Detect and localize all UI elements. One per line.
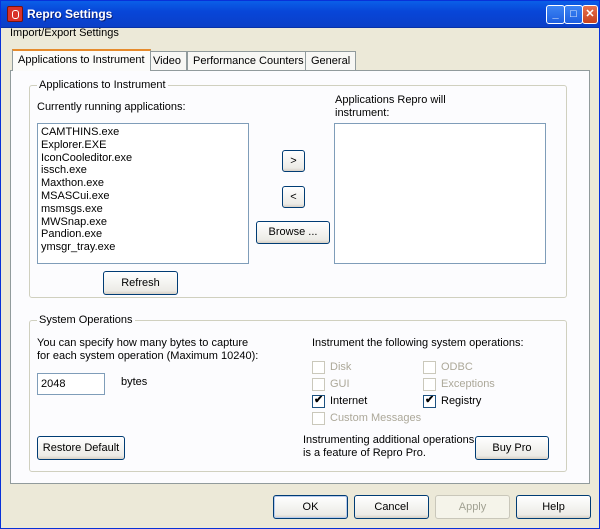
tab-panel: Applications to Instrument Currently run… <box>10 70 590 484</box>
checkbox-registry[interactable]: ✔ <box>423 394 436 408</box>
instrumented-apps-list[interactable] <box>334 123 546 264</box>
pro-note-2: is a feature of Repro Pro. <box>303 447 426 459</box>
bytes-input[interactable]: 2048 <box>37 373 105 395</box>
label-registry: Registry <box>441 395 482 407</box>
menu-bar: Import/Export Settings <box>1 27 599 44</box>
checkmark-icon: ✔ <box>314 394 324 406</box>
buy-pro-button[interactable]: Buy Pro <box>475 436 549 460</box>
checkbox-internet[interactable]: ✔ <box>312 394 325 408</box>
checkbox-disk[interactable] <box>312 361 325 374</box>
window-title: Repro Settings <box>27 7 113 21</box>
instrument-ops-label: Instrument the following system operatio… <box>312 337 524 349</box>
label-internet: Internet <box>330 395 368 407</box>
app-icon[interactable] <box>7 6 23 22</box>
checkbox-odbc[interactable] <box>423 361 436 374</box>
sysops-group: System Operations You can specify how ma… <box>29 314 567 472</box>
list-item[interactable]: Maxthon.exe <box>38 177 248 190</box>
list-item[interactable]: IconCooleditor.exe <box>38 152 248 165</box>
list-item[interactable]: Explorer.EXE <box>38 139 248 152</box>
list-item[interactable]: Pandion.exe <box>38 228 248 241</box>
close-button[interactable]: ✕ <box>582 5 598 24</box>
label-disk: Disk <box>330 361 352 373</box>
restore-default-button[interactable]: Restore Default <box>37 436 125 460</box>
repro-apps-label-2: instrument: <box>335 107 390 119</box>
label-gui: GUI <box>330 378 350 390</box>
list-item[interactable]: CAMTHINS.exe <box>38 126 248 139</box>
menu-import-export[interactable]: Import/Export Settings <box>10 27 119 39</box>
bytes-description-2: for each system operation (Maximum 10240… <box>37 350 259 362</box>
cancel-button[interactable]: Cancel <box>354 495 429 519</box>
list-item[interactable]: MSASCui.exe <box>38 190 248 203</box>
sysops-group-legend: System Operations <box>37 314 135 326</box>
settings-window: Repro Settings _ □ ✕ Import/Export Setti… <box>0 0 600 529</box>
label-odbc: ODBC <box>441 361 473 373</box>
minimize-button[interactable]: _ <box>546 5 565 24</box>
title-bar[interactable]: Repro Settings _ □ ✕ <box>1 1 599 28</box>
tab-performance-counters[interactable]: Performance Counters <box>187 51 310 70</box>
ok-button[interactable]: OK <box>273 495 348 519</box>
refresh-button[interactable]: Refresh <box>103 271 178 295</box>
running-apps-list[interactable]: CAMTHINS.exe Explorer.EXE IconCooleditor.e… <box>37 123 249 264</box>
pro-note-1: Instrumenting additional operations <box>303 434 475 446</box>
apps-group-legend: Applications to Instrument <box>37 79 168 91</box>
apps-group: Applications to Instrument Currently run… <box>29 79 567 298</box>
label-exceptions: Exceptions <box>441 378 495 390</box>
checkbox-custom-messages[interactable] <box>312 412 325 425</box>
checkbox-exceptions[interactable] <box>423 378 436 391</box>
help-button[interactable]: Help <box>516 495 591 519</box>
tab-video[interactable]: Video <box>147 51 187 70</box>
tab-applications[interactable]: Applications to Instrument <box>12 49 151 71</box>
remove-app-button[interactable]: < <box>282 186 305 208</box>
running-apps-label: Currently running applications: <box>37 101 186 113</box>
tab-general[interactable]: General <box>305 51 357 70</box>
label-custom-messages: Custom Messages <box>330 412 422 424</box>
maximize-button[interactable]: □ <box>564 5 583 24</box>
checkmark-icon: ✔ <box>425 394 435 406</box>
repro-apps-label-1: Applications Repro will <box>335 94 446 106</box>
list-item[interactable]: MWSnap.exe <box>38 216 248 229</box>
list-item[interactable]: msmsgs.exe <box>38 203 248 216</box>
bytes-unit-label: bytes <box>121 376 148 388</box>
checkbox-gui[interactable] <box>312 378 325 391</box>
browse-button[interactable]: Browse ... <box>256 221 330 244</box>
list-item[interactable]: issch.exe <box>38 164 248 177</box>
list-item[interactable]: ymsgr_tray.exe <box>38 241 248 254</box>
add-app-button[interactable]: > <box>282 150 305 172</box>
apply-button[interactable]: Apply <box>435 495 510 519</box>
bytes-description-1: You can specify how many bytes to captur… <box>37 337 249 349</box>
